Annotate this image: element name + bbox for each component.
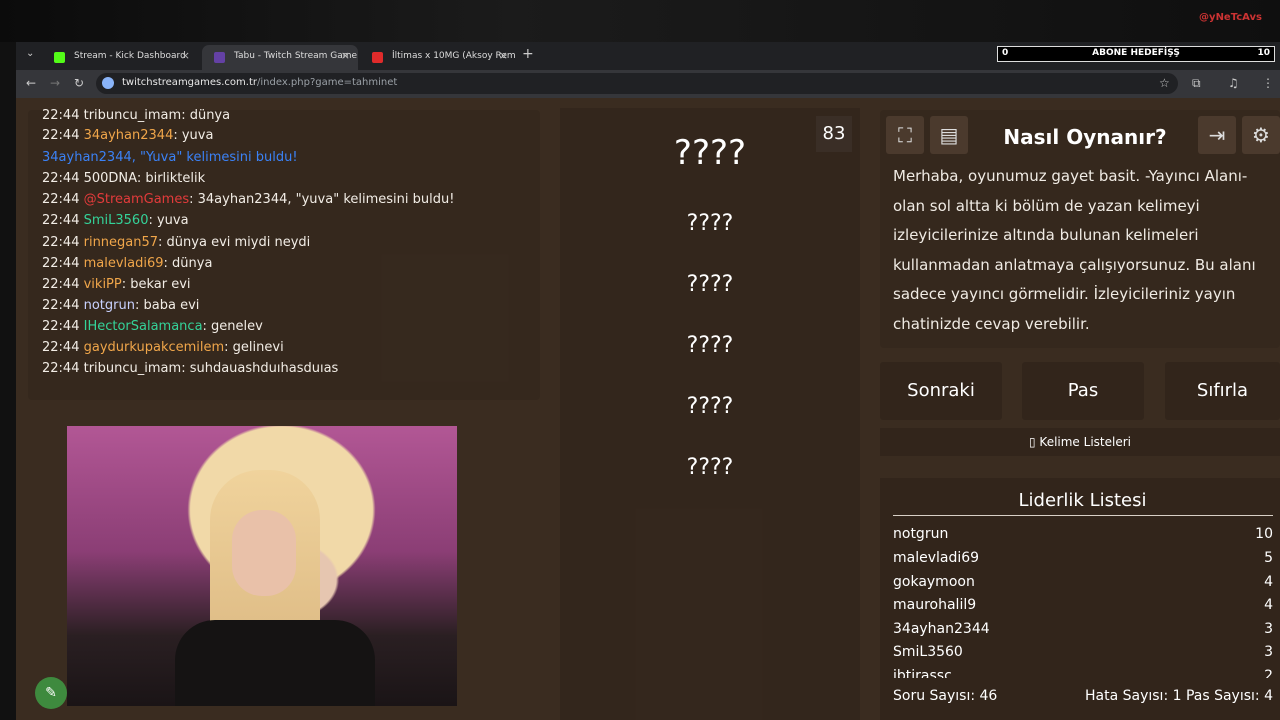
list-icon: ▯ — [1029, 435, 1040, 449]
chat-text: : genelev — [202, 319, 263, 334]
chat-time: 22:44 — [42, 256, 84, 271]
chat-message: 22:44 malevladi69: dünya — [42, 256, 212, 271]
chat-time: 22:44 — [42, 298, 84, 313]
notes-icon[interactable]: ▤ — [930, 116, 968, 154]
new-tab-button[interactable]: + — [522, 46, 534, 62]
site-info-icon[interactable] — [102, 77, 114, 89]
leaderboard-row: ibtirassc 2 — [893, 668, 1273, 678]
forward-icon[interactable]: → — [50, 76, 60, 90]
webcam-face — [232, 510, 296, 596]
chat-message: 22:44 gaydurkupakcemilem: gelinevi — [42, 340, 284, 355]
back-icon[interactable]: ← — [26, 76, 36, 90]
menu-icon[interactable]: ⋮ — [1262, 76, 1274, 90]
chat-message: 22:44 tribuncu_imam: suhdauashduıhasduıa… — [42, 361, 338, 376]
chat-time: 22:44 — [42, 213, 84, 228]
chat-text: : gelinevi — [224, 340, 284, 355]
question-count: Soru Sayısı: 46 — [893, 688, 998, 704]
chat-username[interactable]: vikiPP — [84, 277, 122, 292]
main-word: ???? — [673, 133, 747, 173]
chat-username[interactable]: malevladi69 — [84, 256, 164, 271]
url-text: twitchstreamgames.com.tr/index.php?game=… — [122, 77, 398, 88]
error-count: Hata Sayısı: 1 — [1085, 688, 1182, 704]
exit-icon[interactable]: ⇥ — [1198, 116, 1236, 154]
chat-text: : suhdauashduıhasduıas — [181, 361, 339, 376]
chat-time: 22:44 — [42, 361, 84, 376]
chat-message: 22:44 tribuncu_imam: dünya — [42, 108, 230, 123]
chat-username[interactable]: rinnegan57 — [84, 235, 158, 250]
pass-button[interactable]: Pas — [1022, 362, 1144, 420]
chat-text: : yuva — [148, 213, 189, 228]
chat-text: : yuva — [173, 128, 214, 143]
tab-tabu-game[interactable]: Tabu - Twitch Stream Game × — [202, 45, 358, 70]
chat-username[interactable]: tribuncu_imam — [84, 361, 182, 376]
chat-username[interactable]: SmiL3560 — [84, 213, 149, 228]
extensions-icon[interactable]: ⧉ — [1192, 76, 1201, 91]
forbidden-word: ???? — [686, 394, 734, 419]
chat-text: : birliktelik — [136, 171, 206, 186]
chat-message: 34ayhan2344, "Yuva" kelimesini buldu! — [42, 150, 298, 165]
brand-watermark: @yNeTcAvs — [1199, 12, 1262, 23]
chat-message: 22:44 IHectorSalamanca: genelev — [42, 319, 263, 334]
chat-username[interactable]: tribuncu_imam — [84, 108, 182, 123]
chat-username[interactable]: notgrun — [84, 298, 135, 313]
chat-time: 22:44 — [42, 128, 84, 143]
mic-icon[interactable]: ✎ — [35, 677, 67, 709]
bookmark-star-icon[interactable]: ☆ — [1159, 76, 1170, 90]
kick-icon — [54, 52, 65, 63]
chat-time: 22:44 — [42, 171, 84, 186]
chat-username[interactable]: 34ayhan2344 — [84, 128, 174, 143]
twitch-icon — [214, 52, 225, 63]
chat-text: : bekar evi — [121, 277, 191, 292]
youtube-icon — [372, 52, 383, 63]
tab-youtube-music[interactable]: İltimas x 10MG (Aksoy Remi × — [360, 45, 516, 70]
close-tab-icon[interactable]: × — [499, 49, 508, 62]
chat-message: 22:44 SmiL3560: yuva — [42, 213, 189, 228]
chat-username[interactable]: gaydurkupakcemilem — [84, 340, 225, 355]
leaderboard-title: Liderlik Listesi — [1018, 490, 1147, 511]
close-tab-icon[interactable]: × — [181, 49, 190, 62]
chat-text: : baba evi — [134, 298, 200, 313]
chat-username[interactable]: 34ayhan2344, "Yuva" kelimesini buldu! — [42, 150, 298, 165]
chat-time: 22:44 — [42, 192, 84, 207]
chat-username[interactable]: @StreamGames — [84, 192, 190, 207]
chat-message: 22:44 @StreamGames: 34ayhan2344, "yuva" … — [42, 192, 454, 207]
webcam-shirt — [175, 620, 375, 706]
chat-message: 22:44 notgrun: baba evi — [42, 298, 199, 313]
stream-background — [0, 0, 1280, 42]
subscriber-goal-overlay: 0 ABONE HEDEFİŞŞ 10 — [997, 46, 1275, 62]
chat-text: : dünya evi miydi neydi — [158, 235, 311, 250]
how-to-play-title: Nasıl Oynanır? — [1003, 125, 1167, 149]
reload-icon[interactable]: ↻ — [74, 76, 84, 90]
how-to-play-text: Merhaba, oyunumuz gayet basit. -Yayıncı … — [893, 167, 1256, 333]
forbidden-word: ???? — [686, 272, 734, 297]
chat-message: 22:44 34ayhan2344: yuva — [42, 128, 213, 143]
chat-message: 22:44 vikiPP: bekar evi — [42, 277, 191, 292]
media-control-icon[interactable]: ♫ — [1228, 76, 1239, 90]
pass-count: Pas Sayısı: 4 — [1185, 688, 1273, 704]
tab-search-chevron-icon[interactable]: ⌄ — [26, 48, 34, 59]
tab-kick-dashboard[interactable]: Stream - Kick Dashboard × — [42, 45, 198, 70]
chat-message: 22:44 500DNA: birliktelik — [42, 171, 205, 186]
chat-time: 22:44 — [42, 277, 84, 292]
forbidden-word: ???? — [686, 333, 734, 358]
gear-icon[interactable]: ⚙ — [1242, 116, 1280, 154]
chat-username[interactable]: 500DNA — [84, 171, 137, 186]
chat-text: : dünya — [163, 256, 213, 271]
chat-username[interactable]: IHectorSalamanca — [84, 319, 203, 334]
fullscreen-icon[interactable]: ⛶ — [886, 116, 924, 154]
chat-text: : 34ayhan2344, "yuva" kelimesini buldu! — [189, 192, 455, 207]
forbidden-word: ???? — [686, 211, 734, 236]
chat-time: 22:44 — [42, 319, 84, 334]
chat-text: : dünya — [181, 108, 231, 123]
reset-button[interactable]: Sıfırla — [1165, 362, 1280, 420]
word-lists-button[interactable]: ▯ Kelime Listeleri — [880, 428, 1280, 456]
chat-time: 22:44 — [42, 235, 84, 250]
chat-message: 22:44 rinnegan57: dünya evi miydi neydi — [42, 235, 310, 250]
next-button[interactable]: Sonraki — [880, 362, 1002, 420]
leaderboard-divider — [893, 515, 1273, 516]
chat-time: 22:44 — [42, 108, 84, 123]
chat-time: 22:44 — [42, 340, 84, 355]
close-tab-icon[interactable]: × — [341, 49, 350, 62]
forbidden-word: ???? — [686, 455, 734, 480]
